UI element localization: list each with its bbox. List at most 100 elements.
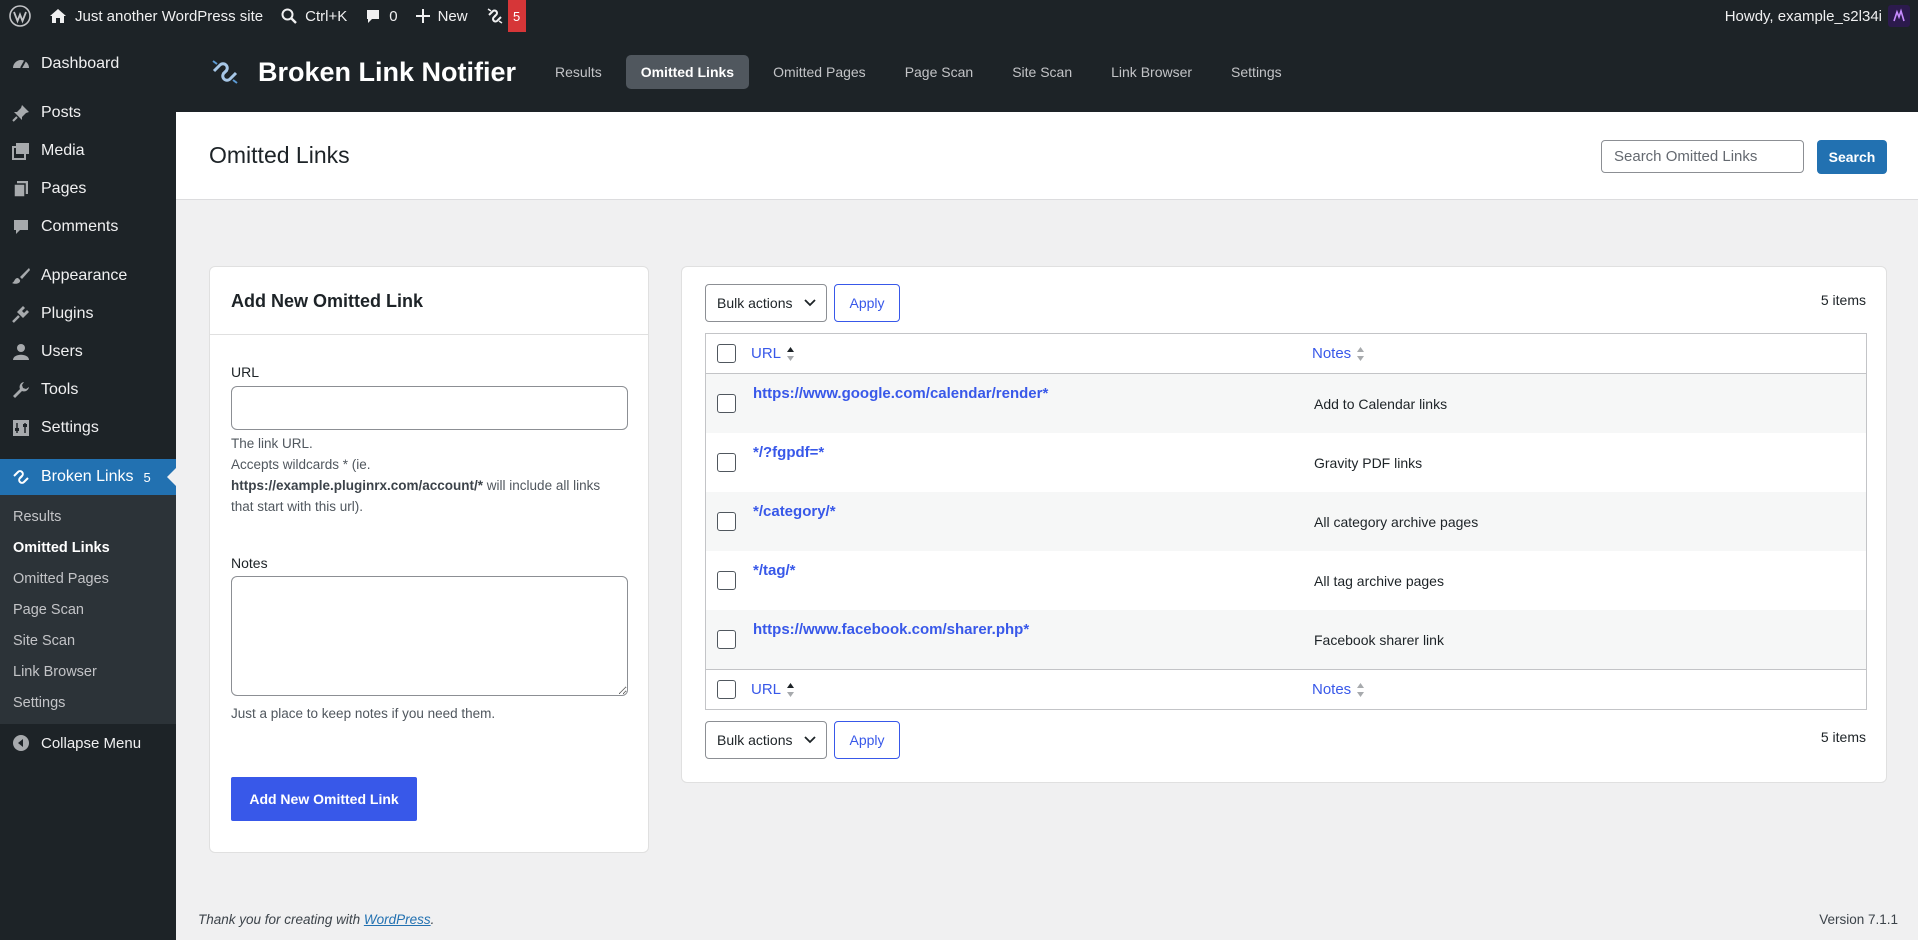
sort-arrows-icon — [787, 346, 795, 361]
sort-arrows-icon — [787, 682, 795, 697]
comments-link[interactable]: 0 — [356, 0, 406, 32]
submenu-page-scan[interactable]: Page Scan — [0, 594, 176, 625]
apply-button[interactable]: Apply — [834, 284, 900, 322]
plugin-logo-icon — [212, 60, 238, 84]
broken-link-icon — [10, 466, 32, 488]
row-checkbox[interactable] — [717, 630, 736, 649]
menu-item-pages[interactable]: Pages — [0, 170, 176, 208]
search-button[interactable]: Search — [1817, 140, 1887, 174]
select-all-checkbox[interactable] — [717, 344, 736, 363]
table-row: */?fgpdf=* Gravity PDF links — [706, 433, 1866, 492]
command-palette-button[interactable]: Ctrl+K — [272, 0, 356, 32]
howdy-text: Howdy, example_s2l34i — [1724, 7, 1882, 25]
collapse-menu-label: Collapse Menu — [41, 734, 142, 752]
broken-link-icon — [487, 8, 503, 24]
wordpress-logo-icon[interactable] — [0, 0, 40, 32]
menu-item-appearance[interactable]: Appearance — [0, 257, 176, 295]
tab-omitted-links[interactable]: Omitted Links — [625, 55, 750, 89]
menu-item-users[interactable]: Users — [0, 333, 176, 371]
menu-label-posts: Posts — [41, 104, 82, 121]
tab-omitted-pages[interactable]: Omitted Pages — [758, 55, 881, 89]
column-notes-sort-footer[interactable]: Notes — [1312, 681, 1365, 698]
row-checkbox[interactable] — [717, 512, 736, 531]
site-name-link[interactable]: Just another WordPress site — [40, 0, 272, 32]
notes-label: Notes — [231, 555, 268, 571]
menu-label-tools: Tools — [41, 381, 79, 398]
bulk-actions-select-bottom[interactable]: Bulk actions — [705, 721, 827, 759]
submenu-settings[interactable]: Settings — [0, 687, 176, 718]
plugin-header: Broken Link Notifier Results Omitted Lin… — [176, 32, 1918, 112]
add-omitted-link-button[interactable]: Add New Omitted Link — [231, 777, 417, 821]
tab-link-browser[interactable]: Link Browser — [1096, 55, 1207, 89]
submenu-link-browser[interactable]: Link Browser — [0, 656, 176, 687]
row-notes: All tag archive pages — [1314, 573, 1444, 589]
broken-links-adminbar-link[interactable]: 5 — [477, 0, 526, 32]
account-menu[interactable]: Howdy, example_s2l34i — [1725, 5, 1918, 27]
menu-item-plugins[interactable]: Plugins — [0, 295, 176, 333]
chevron-down-icon — [804, 299, 816, 307]
tab-site-scan[interactable]: Site Scan — [997, 55, 1087, 89]
row-url-link[interactable]: */?fgpdf=* — [753, 444, 824, 461]
tab-results[interactable]: Results — [540, 55, 617, 89]
submenu-site-scan[interactable]: Site Scan — [0, 625, 176, 656]
table-header: URL Notes — [706, 334, 1866, 374]
plus-icon — [415, 9, 430, 23]
menu-item-dashboard[interactable]: Dashboard — [0, 45, 176, 83]
select-all-checkbox-footer[interactable] — [717, 680, 736, 699]
plugin-title: Broken Link Notifier — [258, 56, 517, 87]
menu-item-settings[interactable]: Settings — [0, 409, 176, 447]
brush-icon — [10, 265, 32, 287]
menu-item-comments[interactable]: Comments — [0, 208, 176, 246]
row-url-link[interactable]: */tag/* — [753, 562, 796, 579]
row-notes: Facebook sharer link — [1314, 632, 1444, 648]
row-notes: Add to Calendar links — [1314, 396, 1448, 412]
submenu-results[interactable]: Results — [0, 501, 176, 532]
search-shortcut: Ctrl+K — [305, 7, 348, 25]
submenu-omitted-pages[interactable]: Omitted Pages — [0, 563, 176, 594]
menu-label-dashboard: Dashboard — [41, 55, 120, 72]
row-checkbox[interactable] — [717, 394, 736, 413]
menu-label-settings: Settings — [41, 419, 99, 436]
menu-label-comments: Comments — [41, 218, 119, 235]
column-url-sort[interactable]: URL — [751, 345, 795, 362]
user-icon — [10, 341, 32, 363]
menu-item-tools[interactable]: Tools — [0, 371, 176, 409]
row-url-link[interactable]: */category/* — [753, 503, 836, 520]
apply-button-bottom[interactable]: Apply — [834, 721, 900, 759]
menu-item-media[interactable]: Media — [0, 132, 176, 170]
notes-textarea[interactable] — [231, 576, 628, 696]
broken-links-count: 5 — [143, 469, 151, 485]
page-title: Omitted Links — [209, 142, 350, 168]
menu-label-media: Media — [41, 142, 85, 159]
row-checkbox[interactable] — [717, 571, 736, 590]
column-notes-sort[interactable]: Notes — [1312, 345, 1365, 362]
broken-links-badge: 5 — [507, 0, 526, 32]
table-row: https://www.facebook.com/sharer.php* Fac… — [706, 610, 1866, 669]
search-input[interactable] — [1601, 140, 1804, 173]
row-checkbox[interactable] — [717, 453, 736, 472]
bulk-actions-select[interactable]: Bulk actions — [705, 284, 827, 322]
column-url-sort-footer[interactable]: URL — [751, 681, 795, 698]
submenu-omitted-links[interactable]: Omitted Links — [0, 532, 176, 563]
url-input[interactable] — [231, 386, 628, 430]
footer-version: Version 7.1.1 — [1819, 912, 1898, 927]
row-url-link[interactable]: https://www.facebook.com/sharer.php* — [753, 621, 1029, 638]
table-row: */category/* All category archive pages — [706, 492, 1866, 551]
comments-count: 0 — [389, 7, 398, 25]
new-content-link[interactable]: New — [407, 0, 477, 32]
admin-menu: Dashboard Posts Media Pages Comments App… — [0, 32, 176, 940]
menu-label-broken-links: Broken Links — [41, 468, 134, 485]
row-url-link[interactable]: https://www.google.com/calendar/render* — [753, 385, 1048, 402]
collapse-menu-button[interactable]: Collapse Menu — [0, 726, 176, 760]
notes-help: Just a place to keep notes if you need t… — [231, 706, 496, 721]
links-table: URL Notes https://www.google.com/calenda… — [705, 333, 1867, 710]
menu-label-plugins: Plugins — [41, 305, 94, 322]
menu-item-posts[interactable]: Posts — [0, 94, 176, 132]
new-label: New — [437, 7, 468, 25]
avatar — [1888, 5, 1910, 27]
wordpress-link[interactable]: WordPress — [364, 912, 431, 927]
table-row: https://www.google.com/calendar/render* … — [706, 374, 1866, 433]
tab-page-scan[interactable]: Page Scan — [890, 55, 989, 89]
tab-settings[interactable]: Settings — [1216, 55, 1297, 89]
menu-item-broken-links[interactable]: Broken Links 5 — [0, 459, 176, 495]
